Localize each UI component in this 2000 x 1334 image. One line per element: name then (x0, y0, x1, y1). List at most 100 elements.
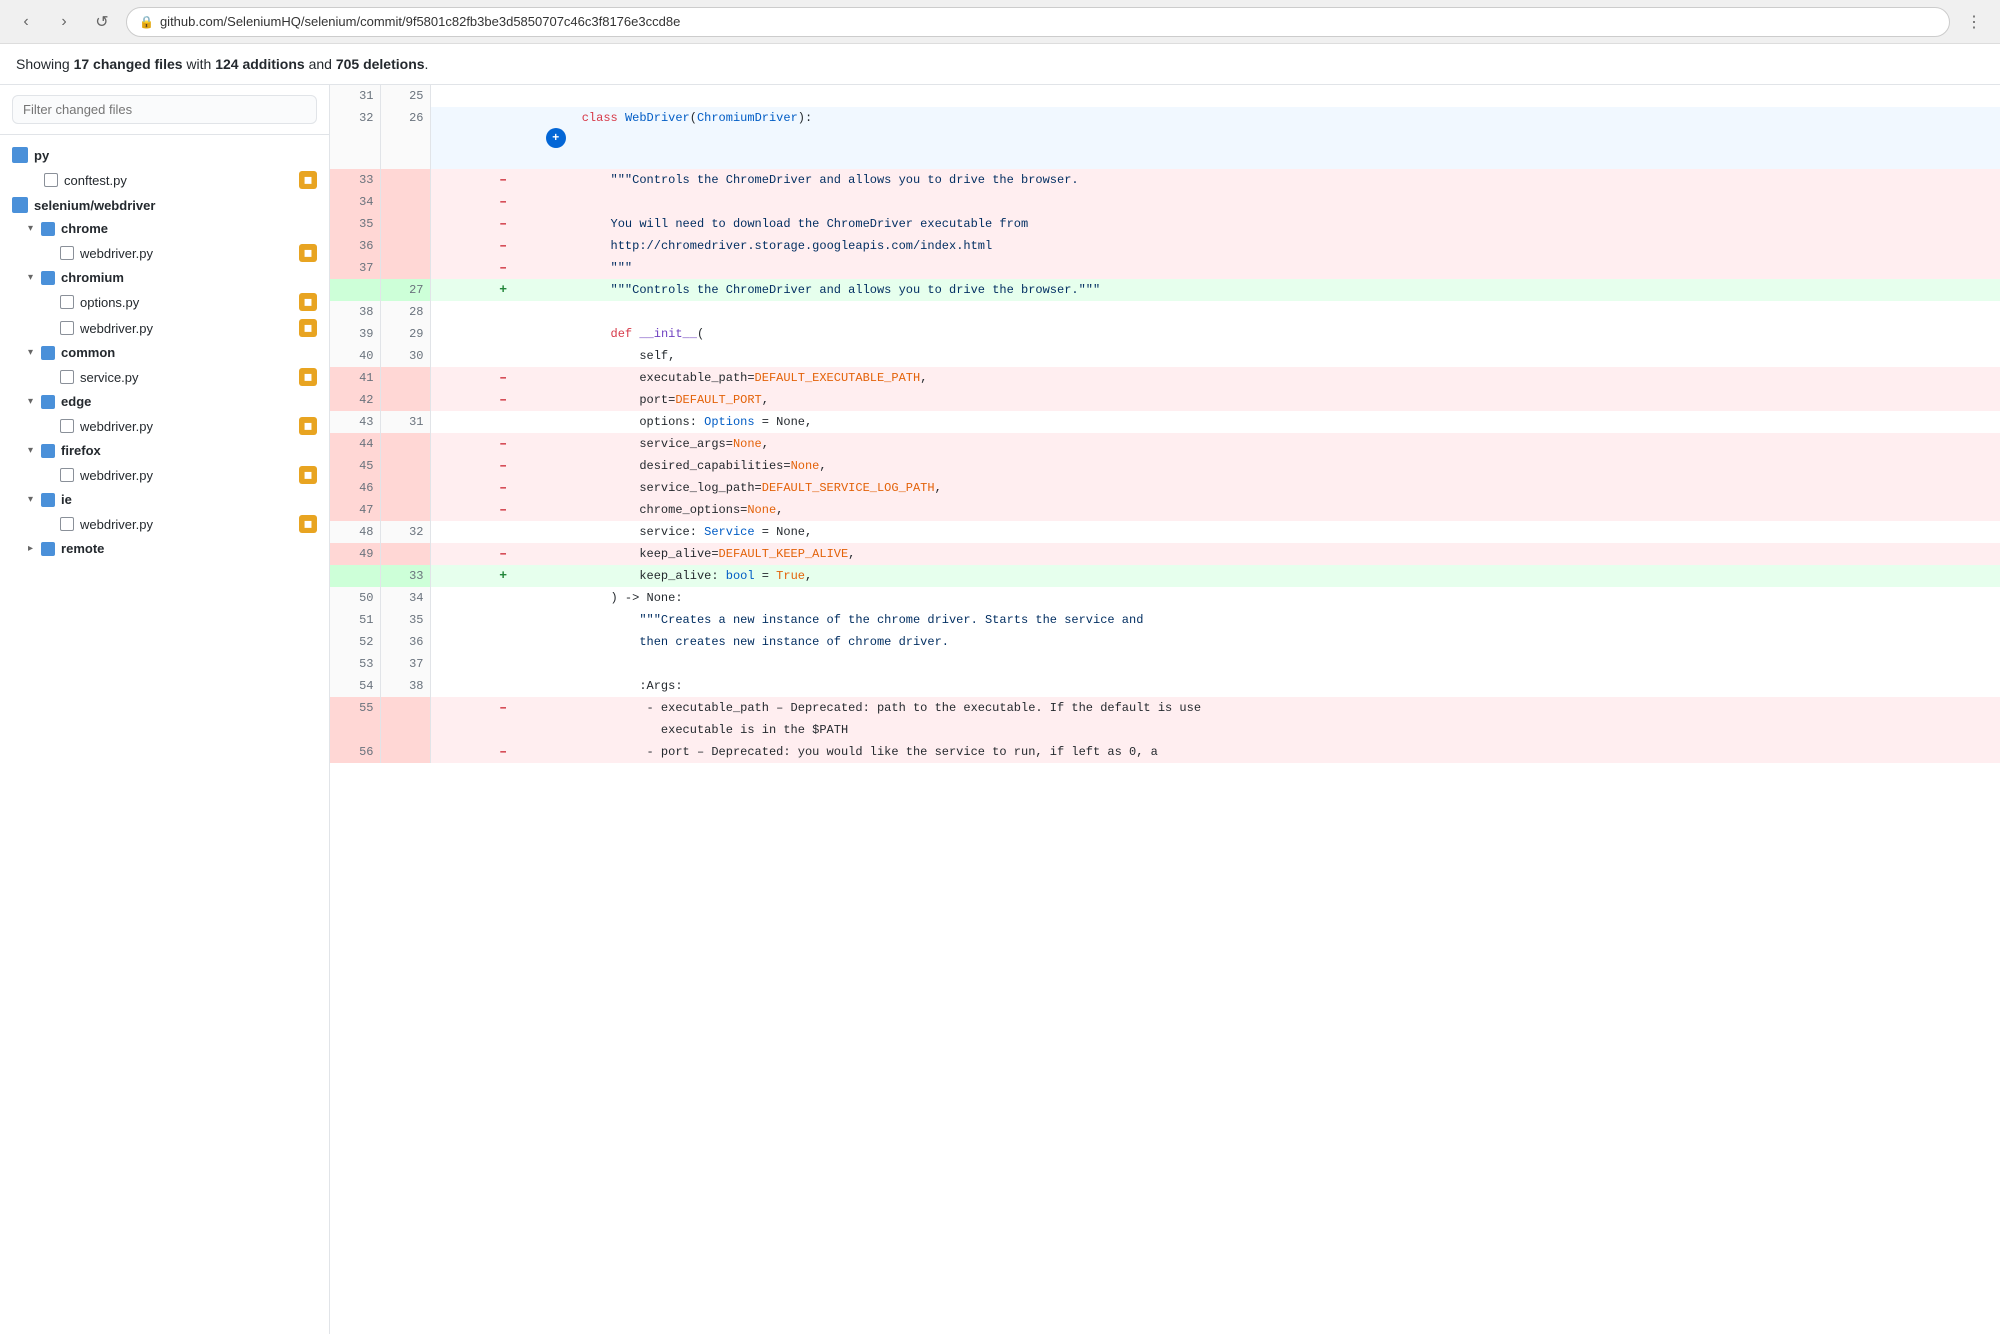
folder-icon (12, 147, 28, 163)
diff-sign (430, 323, 576, 345)
diff-row-del: 46 – service_log_path=DEFAULT_SERVICE_LO… (330, 477, 2000, 499)
file-chrome-webdriver[interactable]: webdriver.py ◼ (0, 240, 329, 266)
file-icon (60, 246, 74, 260)
diff-sign: – (430, 741, 576, 763)
caret-icon: ▾ (28, 347, 33, 358)
diff-row-del: 37 – """ (330, 257, 2000, 279)
back-button[interactable]: ‹ (12, 8, 40, 36)
folder-py[interactable]: py (0, 143, 329, 167)
diff-row-del: 33 – """Controls the ChromeDriver and al… (330, 169, 2000, 191)
diff-row: 52 36 then creates new instance of chrom… (330, 631, 2000, 653)
line-num-new (380, 477, 430, 499)
line-num-new: 33 (380, 565, 430, 587)
extensions-button[interactable]: ⋮ (1960, 8, 1988, 36)
file-common-service[interactable]: service.py ◼ (0, 364, 329, 390)
diff-code: """Creates a new instance of the chrome … (576, 609, 2000, 631)
diff-code (576, 85, 2000, 107)
diff-sign: – (430, 367, 576, 389)
diff-row: 53 37 (330, 653, 2000, 675)
file-ie-webdriver[interactable]: webdriver.py ◼ (0, 511, 329, 537)
folder-remote[interactable]: ▸ remote (0, 537, 329, 560)
forward-button[interactable]: › (50, 8, 78, 36)
folder-label: firefox (61, 443, 101, 458)
folder-label: edge (61, 394, 91, 409)
line-num-new (380, 455, 430, 477)
diff-code (576, 191, 2000, 213)
hunk-badge: + (546, 128, 566, 148)
diff-code: :Args: (576, 675, 2000, 697)
folder-label: chromium (61, 270, 124, 285)
diff-sign: – (430, 235, 576, 257)
folder-label: py (34, 148, 49, 163)
folder-chromium[interactable]: ▾ chromium (0, 266, 329, 289)
sidebar: py conftest.py ◼ selenium/webdriver ▾ (0, 85, 330, 1334)
folder-edge[interactable]: ▾ edge (0, 390, 329, 413)
diff-row: 50 34 ) -> None: (330, 587, 2000, 609)
diff-sign: + (430, 107, 576, 169)
diff-code: def __init__( (576, 323, 2000, 345)
line-num-new: 27 (380, 279, 430, 301)
line-num-new: 32 (380, 521, 430, 543)
diff-row-del: 42 – port=DEFAULT_PORT, (330, 389, 2000, 411)
diff-code: - executable_path – Deprecated: path to … (576, 697, 2000, 719)
file-conftest[interactable]: conftest.py ◼ (0, 167, 329, 193)
caret-icon: ▸ (28, 543, 33, 554)
file-firefox-webdriver[interactable]: webdriver.py ◼ (0, 462, 329, 488)
diff-row-del: 36 – http://chromedriver.storage.googlea… (330, 235, 2000, 257)
file-chromium-options[interactable]: options.py ◼ (0, 289, 329, 315)
deletions-count: 705 deletions (336, 56, 425, 72)
file-edge-webdriver[interactable]: webdriver.py ◼ (0, 413, 329, 439)
folder-chrome[interactable]: ▾ chrome (0, 217, 329, 240)
diff-code: class WebDriver(ChromiumDriver): (576, 107, 2000, 169)
line-num-old: 34 (330, 191, 380, 213)
line-num-old: 56 (330, 741, 380, 763)
diff-row-add: 27 + """Controls the ChromeDriver and al… (330, 279, 2000, 301)
diff-code: then creates new instance of chrome driv… (576, 631, 2000, 653)
line-num-new (380, 257, 430, 279)
line-num-old: 53 (330, 653, 380, 675)
folder-firefox[interactable]: ▾ firefox (0, 439, 329, 462)
folder-ie[interactable]: ▾ ie (0, 488, 329, 511)
folder-selenium-webdriver[interactable]: selenium/webdriver (0, 193, 329, 217)
line-num-new: 34 (380, 587, 430, 609)
folder-icon (41, 395, 55, 409)
folder-label: ie (61, 492, 72, 507)
main-layout: py conftest.py ◼ selenium/webdriver ▾ (0, 85, 2000, 1334)
line-num-new: 31 (380, 411, 430, 433)
line-num-new (380, 191, 430, 213)
caret-icon: ▾ (28, 396, 33, 407)
diff-sign: – (430, 543, 576, 565)
page-container: Showing 17 changed files with 124 additi… (0, 44, 2000, 1334)
reload-button[interactable]: ↺ (88, 8, 116, 36)
line-num-new: 37 (380, 653, 430, 675)
stats-suffix: . (425, 56, 429, 72)
diff-code: service_args=None, (576, 433, 2000, 455)
file-icon (60, 468, 74, 482)
line-num-old: 51 (330, 609, 380, 631)
diff-code: keep_alive=DEFAULT_KEEP_ALIVE, (576, 543, 2000, 565)
line-num-old: 37 (330, 257, 380, 279)
url-bar[interactable]: 🔒 github.com/SeleniumHQ/selenium/commit/… (126, 7, 1950, 37)
diff-code: """Controls the ChromeDriver and allows … (576, 169, 2000, 191)
diff-sign: – (430, 191, 576, 213)
diff-row-del: 45 – desired_capabilities=None, (330, 455, 2000, 477)
diff-row: 40 30 self, (330, 345, 2000, 367)
line-num-old: 42 (330, 389, 380, 411)
line-num-old: 48 (330, 521, 380, 543)
folder-common[interactable]: ▾ common (0, 341, 329, 364)
diff-table: 31 25 32 26 + class WebDriver(ChromiumDr… (330, 85, 2000, 763)
file-badge: ◼ (299, 293, 317, 311)
line-num-old: 43 (330, 411, 380, 433)
file-icon (60, 517, 74, 531)
diff-code: """ (576, 257, 2000, 279)
line-num-new (380, 499, 430, 521)
caret-icon: ▾ (28, 445, 33, 456)
diff-row: 31 25 (330, 85, 2000, 107)
diff-code: http://chromedriver.storage.googleapis.c… (576, 235, 2000, 257)
file-chromium-webdriver[interactable]: webdriver.py ◼ (0, 315, 329, 341)
line-num-old (330, 279, 380, 301)
filter-input[interactable] (12, 95, 317, 124)
line-num-new: 26 (380, 107, 430, 169)
line-num-new (380, 741, 430, 763)
diff-sign (430, 345, 576, 367)
